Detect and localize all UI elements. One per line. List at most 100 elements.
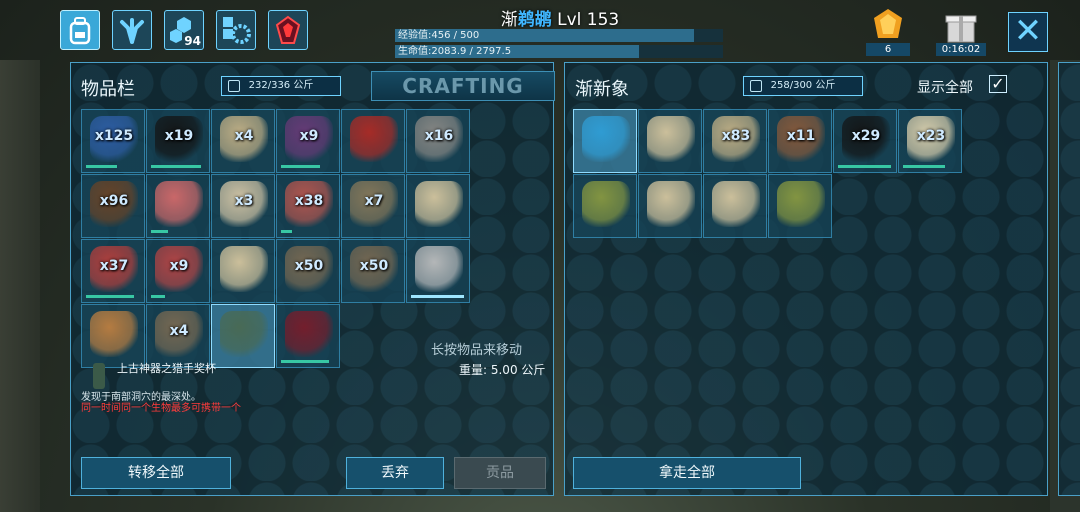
inventory-slot-stone[interactable]: x16 [406, 109, 470, 173]
inventory-slot-recipe-note-bottle[interactable] [406, 174, 470, 238]
amber-gem-icon [874, 9, 902, 38]
inventory-slot-wood[interactable]: x11 [768, 109, 832, 173]
inventory-slot-raw-meat-2[interactable]: x9 [146, 239, 210, 303]
inventory-slot-spear-2[interactable]: x4 [146, 304, 210, 368]
item-quantity: x16 [424, 128, 454, 144]
gift-timer[interactable]: 0:16:02 [936, 8, 986, 56]
crafting-tab[interactable]: CRAFTING [371, 71, 555, 101]
item-quantity: x11 [786, 128, 816, 144]
inventory-slot-narcoberries[interactable]: x29 [833, 109, 897, 173]
recipe-note-soup-icon [90, 311, 138, 357]
xp-bar: 经验值:456 / 500 [395, 29, 723, 42]
inventory-slot-raw-meat[interactable]: x37 [81, 239, 145, 303]
dino-footprint-icon[interactable] [112, 10, 152, 50]
tribe-crystal-icon[interactable] [268, 10, 308, 50]
inventory-slot-seeds[interactable]: x23 [898, 109, 962, 173]
third-panel-edge [1058, 62, 1080, 496]
item-quantity: x83 [721, 128, 751, 144]
gem-count: 6 [866, 43, 910, 56]
inventory-slot-pike[interactable] [406, 239, 470, 303]
recipe-note-soup-2-icon [777, 181, 825, 227]
selected-item-description: 发现于南部洞穴的最深处。 [81, 392, 201, 403]
inventory-slot-dino-egg[interactable] [276, 304, 340, 368]
take-all-button[interactable]: 拿走全部 [573, 457, 801, 489]
item-durability-bar [151, 295, 165, 298]
item-durability-bar [86, 295, 134, 298]
inventory-weight: 232/336 公斤 [221, 76, 341, 96]
recipe-note-jerky-icon [647, 181, 695, 227]
inventory-slot-arrow-2[interactable]: x50 [341, 239, 405, 303]
inventory-slot-mejoberries[interactable]: x9 [276, 109, 340, 173]
item-quantity: x4 [169, 323, 189, 339]
inventory-slot-recipe-note-soup[interactable] [573, 174, 637, 238]
player-level: Lvl 153 [557, 10, 620, 30]
transfer-all-button[interactable]: 转移全部 [81, 457, 231, 489]
item-quantity: x23 [916, 128, 946, 144]
inventory-slot-raw-meat-pile[interactable] [341, 109, 405, 173]
drop-button[interactable]: 丢弃 [346, 457, 444, 489]
inventory-slot-magnifier[interactable] [573, 109, 637, 173]
item-durability-bar [86, 165, 117, 168]
settings-gear-icon[interactable] [216, 10, 256, 50]
weight-icon [750, 80, 762, 92]
dino-egg-icon [285, 311, 333, 357]
item-durability-bar [151, 165, 202, 168]
inventory-slot-tusk[interactable]: x3 [211, 174, 275, 238]
inventory-title: 物品栏 [81, 79, 135, 100]
close-icon[interactable]: ✕ [1008, 12, 1048, 52]
item-durability-bar [281, 360, 329, 363]
top-bar: 94 渐鹈鹕 Lvl 153 经验值:456 / 500 生命值:2083.9 … [0, 0, 1080, 60]
item-quantity: x3 [234, 193, 254, 209]
inventory-slot-blue-berries[interactable]: x125 [81, 109, 145, 173]
inventory-slot-recipe-note-jerky[interactable] [211, 239, 275, 303]
recipe-note-bottle-icon [647, 116, 695, 162]
inventory-slot-recipe-note-soup[interactable] [81, 304, 145, 368]
inventory-weight-text: 232/336 公斤 [248, 80, 314, 91]
raw-meat-pile-icon [350, 116, 398, 162]
inventory-tab-backpack-icon[interactable] [60, 10, 100, 50]
item-quantity: x29 [851, 128, 881, 144]
item-quantity: x7 [364, 193, 384, 209]
inventory-slot-raw-prime-meat[interactable] [146, 174, 210, 238]
gem-currency[interactable]: 6 [866, 8, 910, 56]
inventory-slot-fiber[interactable]: x4 [211, 109, 275, 173]
recipe-note-bottle-icon [415, 181, 463, 227]
item-durability-bar [281, 165, 321, 168]
selected-item-icon [93, 363, 105, 389]
item-quantity: x9 [169, 258, 189, 274]
selected-item-name: 上古神器之猎手奖杯 [117, 362, 216, 375]
player-name-level: 渐鹈鹕 Lvl 153 [470, 5, 650, 30]
engrams-icon[interactable]: 94 [164, 10, 204, 50]
item-durability-bar [838, 165, 892, 168]
tribute-button[interactable]: 贡品 [454, 457, 546, 489]
inventory-slot-hunter-trophy[interactable] [211, 304, 275, 368]
player-inventory-panel: 物品栏 232/336 公斤 CRAFTING x125 x19 x4 x9 x16 x9… [70, 62, 555, 496]
inventory-slot-recipe-note-jerky[interactable] [638, 174, 702, 238]
recipe-note-jerky-icon [220, 246, 268, 292]
recipe-note-bottle-2-icon [712, 181, 760, 227]
inventory-slot-recipe-note-bottle-2[interactable] [703, 174, 767, 238]
magnifier-icon [582, 116, 630, 162]
inventory-slot-narcoberries[interactable]: x19 [146, 109, 210, 173]
pike-icon [415, 246, 463, 292]
hunter-trophy-icon [220, 311, 268, 357]
inventory-slot-wood-bowl[interactable]: x96 [81, 174, 145, 238]
engram-points-count: 94 [184, 34, 201, 48]
item-durability-bar [151, 230, 168, 233]
inventory-slot-cooked-meat[interactable]: x38 [276, 174, 340, 238]
inventory-slot-spear[interactable]: x7 [341, 174, 405, 238]
inventory-slot-fiber[interactable]: x83 [703, 109, 767, 173]
show-all-label: 显示全部 [917, 80, 973, 96]
long-press-hint: 长按物品来移动 [431, 343, 523, 358]
item-quantity: x125 [94, 128, 134, 144]
item-quantity: x19 [164, 128, 194, 144]
inventory-slot-recipe-note-bottle[interactable] [638, 109, 702, 173]
item-quantity: x9 [299, 128, 319, 144]
gift-box-icon [945, 15, 977, 43]
weight-icon [228, 80, 240, 92]
show-all-checkbox[interactable]: ✓ [989, 75, 1007, 93]
selected-item-warning: 同一时间同一个生物最多可携带一个 [81, 403, 241, 414]
item-quantity: x96 [99, 193, 129, 209]
inventory-slot-arrow[interactable]: x50 [276, 239, 340, 303]
inventory-slot-recipe-note-soup-2[interactable] [768, 174, 832, 238]
